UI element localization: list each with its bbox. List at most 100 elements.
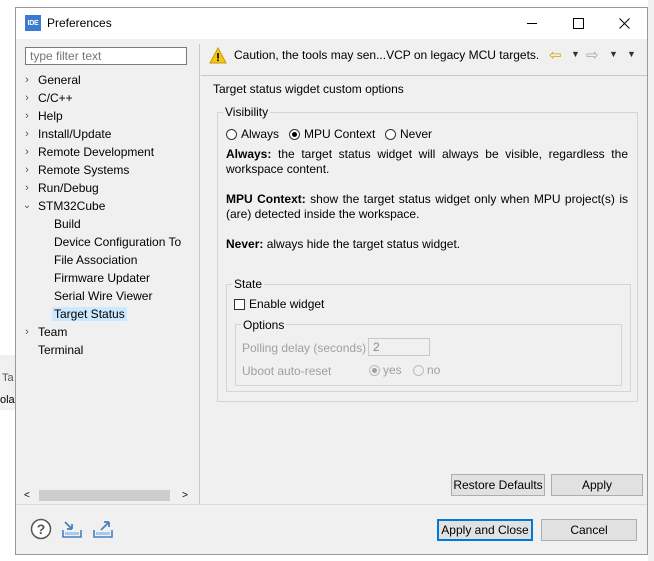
import-icon[interactable] bbox=[61, 518, 83, 540]
apply-button[interactable]: Apply bbox=[551, 474, 643, 496]
back-arrow-icon[interactable]: ⇦ bbox=[549, 46, 562, 64]
radio-uboot-no[interactable]: no bbox=[413, 363, 440, 377]
tree-item-serial-wire-viewer[interactable]: Serial Wire Viewer bbox=[54, 287, 152, 305]
radio-label: no bbox=[427, 363, 441, 377]
tree-item-firmware-updater[interactable]: Firmware Updater bbox=[54, 269, 150, 287]
radio-selected-icon[interactable] bbox=[289, 128, 300, 140]
filter-input[interactable] bbox=[25, 47, 187, 65]
maximize-button[interactable] bbox=[555, 8, 601, 39]
tree-item-label: STM32Cube bbox=[38, 199, 106, 213]
radio-label: Always bbox=[241, 127, 280, 141]
scroll-left-icon[interactable]: < bbox=[24, 488, 30, 503]
chevron-right-icon[interactable]: › bbox=[22, 161, 32, 179]
never-description: Never: always hide the target status wid… bbox=[226, 237, 628, 252]
page-title: Target status wigdet custom options bbox=[213, 82, 404, 96]
tree-item-device-configuration[interactable]: Device Configuration To bbox=[54, 233, 181, 251]
chevron-right-icon[interactable]: › bbox=[22, 143, 32, 161]
checkbox-icon[interactable] bbox=[234, 298, 245, 310]
export-icon[interactable] bbox=[92, 518, 114, 540]
title-bar[interactable]: IDE Preferences bbox=[16, 8, 647, 39]
tree-item-label: C/C++ bbox=[38, 91, 73, 105]
tree-item-label: Device Configuration To bbox=[54, 235, 182, 249]
mpu-description: MPU Context: show the target status widg… bbox=[226, 192, 628, 222]
footer-separator bbox=[16, 504, 647, 505]
tree-item-label: Firmware Updater bbox=[54, 271, 151, 285]
message-bar: Caution, the tools may sen...VCP on lega… bbox=[201, 41, 647, 71]
radio-label: Never bbox=[400, 127, 433, 141]
background-text: Ta bbox=[2, 372, 14, 384]
close-button[interactable] bbox=[601, 8, 647, 39]
always-term: Always: bbox=[226, 147, 272, 161]
radio-label: yes bbox=[383, 363, 402, 377]
scrollbar-thumb[interactable] bbox=[39, 490, 170, 501]
chevron-right-icon[interactable]: › bbox=[22, 89, 32, 107]
tree-item-label: Run/Debug bbox=[38, 181, 99, 195]
close-icon bbox=[618, 18, 630, 29]
scroll-right-icon[interactable]: > bbox=[182, 488, 188, 503]
chevron-right-icon[interactable]: › bbox=[22, 107, 32, 125]
never-text: always hide the target status widget. bbox=[263, 237, 461, 251]
forward-history-dropdown-icon[interactable]: ▼ bbox=[609, 49, 618, 59]
radio-label: MPU Context bbox=[304, 127, 376, 141]
tree-item-target-status[interactable]: Target Status bbox=[52, 305, 127, 323]
tree-item-label: Target Status bbox=[52, 307, 127, 321]
tree-item-label: General bbox=[38, 73, 81, 87]
tree-horizontal-scrollbar[interactable]: < > bbox=[22, 488, 190, 503]
header-separator bbox=[201, 75, 647, 76]
radio-icon[interactable] bbox=[385, 128, 396, 140]
chevron-right-icon[interactable]: › bbox=[22, 71, 32, 89]
radio-icon[interactable] bbox=[413, 364, 424, 376]
chevron-right-icon[interactable]: › bbox=[22, 323, 32, 341]
maximize-icon bbox=[572, 18, 584, 29]
checkbox-label: Enable widget bbox=[249, 297, 325, 311]
svg-text:?: ? bbox=[37, 521, 46, 537]
options-group-label: Options bbox=[241, 318, 287, 332]
background-text: ola bbox=[0, 394, 15, 406]
radio-selected-icon[interactable] bbox=[369, 364, 380, 376]
tree-item-label: Help bbox=[38, 109, 63, 123]
never-term: Never: bbox=[226, 237, 264, 251]
cancel-button[interactable]: Cancel bbox=[541, 519, 637, 541]
radio-icon[interactable] bbox=[226, 128, 237, 140]
minimize-button[interactable] bbox=[509, 8, 555, 39]
warning-message: Caution, the tools may sen...VCP on lega… bbox=[234, 48, 540, 62]
mpu-term: MPU Context: bbox=[226, 192, 306, 206]
polling-delay-label: Polling delay (seconds) bbox=[242, 341, 367, 355]
app-icon: IDE bbox=[25, 15, 41, 31]
view-menu-icon[interactable]: ▼ bbox=[627, 49, 636, 59]
radio-uboot-yes[interactable]: yes bbox=[369, 363, 402, 377]
forward-arrow-icon[interactable]: ⇨ bbox=[586, 46, 599, 64]
warning-icon bbox=[209, 47, 227, 64]
background-window-fragment bbox=[648, 0, 654, 561]
chevron-right-icon[interactable]: › bbox=[22, 125, 32, 143]
tree-item-terminal[interactable]: Terminal bbox=[38, 341, 83, 359]
radio-mpu-context[interactable]: MPU Context bbox=[289, 126, 375, 142]
radio-never[interactable]: Never bbox=[385, 126, 432, 142]
tree-item-label: File Association bbox=[54, 253, 138, 267]
chevron-right-icon[interactable]: › bbox=[22, 179, 32, 197]
visibility-group-label: Visibility bbox=[223, 105, 271, 119]
tree-item-label: Serial Wire Viewer bbox=[54, 289, 153, 303]
back-history-dropdown-icon[interactable]: ▼ bbox=[571, 49, 580, 59]
state-group-label: State bbox=[232, 277, 265, 291]
tree-item-label: Remote Development bbox=[38, 145, 155, 159]
minimize-icon bbox=[527, 23, 537, 24]
tree-item-label: Remote Systems bbox=[38, 163, 130, 177]
chevron-down-icon[interactable]: ⌄ bbox=[22, 197, 32, 215]
tree-item-file-association[interactable]: File Association bbox=[54, 251, 137, 269]
tree-item-label: Team bbox=[38, 325, 68, 339]
enable-widget-checkbox[interactable]: Enable widget bbox=[234, 297, 324, 311]
preferences-dialog: IDE Preferences › General › C/C++ › Help bbox=[15, 7, 648, 555]
radio-always[interactable]: Always bbox=[226, 126, 279, 142]
uboot-label: Uboot auto-reset bbox=[242, 364, 332, 378]
tree-item-label: Terminal bbox=[38, 343, 84, 357]
help-icon[interactable]: ? bbox=[30, 518, 52, 540]
restore-defaults-button[interactable]: Restore Defaults bbox=[451, 474, 545, 496]
tree-item-label: Install/Update bbox=[38, 127, 112, 141]
always-description: Always: the target status widget will al… bbox=[226, 147, 628, 177]
pane-divider[interactable] bbox=[199, 44, 200, 504]
apply-and-close-button[interactable]: Apply and Close bbox=[437, 519, 533, 541]
polling-delay-input[interactable]: 2 bbox=[368, 338, 430, 356]
tree-item-build[interactable]: Build bbox=[54, 215, 81, 233]
always-text: the target status widget will always be … bbox=[226, 147, 628, 176]
